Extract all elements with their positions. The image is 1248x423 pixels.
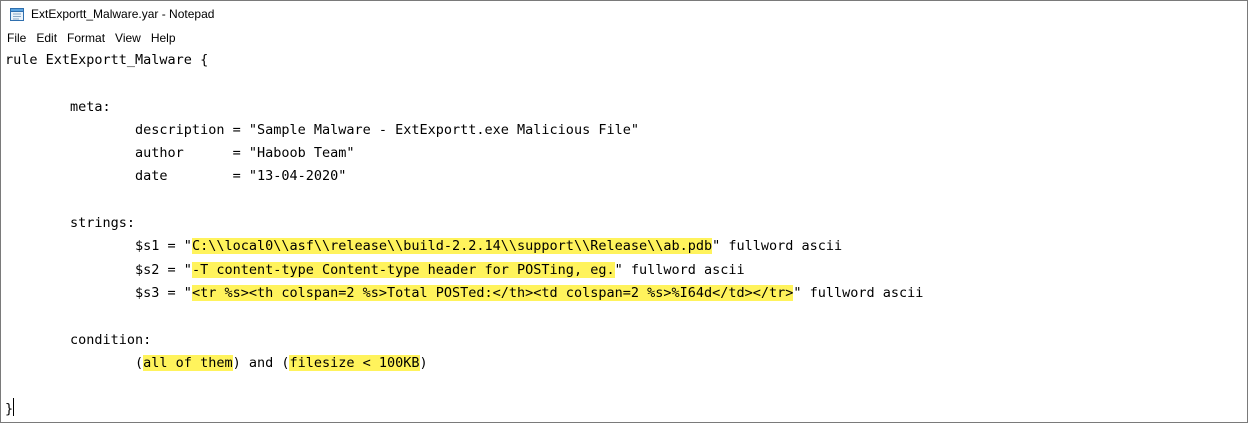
code-text: " fullword ascii [712, 238, 843, 255]
menu-bar: File Edit Format View Help [1, 27, 1247, 49]
code-text: ) [419, 354, 428, 371]
code-line: description = "Sample Malware - ExtExpor… [5, 122, 639, 138]
code-text: $s1 = " [5, 238, 192, 255]
menu-view[interactable]: View [110, 31, 146, 45]
highlighted-text: all of them [143, 354, 233, 371]
code-text: description = "Sample Malware - ExtExpor… [5, 121, 639, 138]
menu-help[interactable]: Help [146, 31, 181, 45]
code-text: rule ExtExportt_Malware { [5, 52, 209, 68]
code-line: meta: [5, 99, 111, 115]
code-line: author = "Haboob Team" [5, 145, 355, 162]
window-title: ExtExportt_Malware.yar - Notepad [31, 7, 215, 21]
code-line: $s2 = "-T content-type Content-type head… [5, 261, 745, 278]
menu-edit[interactable]: Edit [31, 31, 62, 45]
title-bar[interactable]: ExtExportt_Malware.yar - Notepad [1, 1, 1247, 27]
code-text: " fullword ascii [614, 261, 745, 278]
code-text: date = "13-04-2020" [5, 168, 347, 185]
menu-file[interactable]: File [1, 31, 31, 45]
code-line: strings: [5, 215, 135, 231]
notepad-icon [9, 6, 25, 22]
code-text: ) and ( [232, 354, 290, 371]
highlighted-text: -T content-type Content-type header for … [191, 261, 615, 278]
highlighted-text: <tr %s><th colspan=2 %s>Total POSTed:</t… [191, 284, 794, 301]
code-line: condition: [5, 332, 151, 348]
code-text: meta: [5, 98, 111, 115]
code-text: author = "Haboob Team" [5, 145, 355, 162]
code-line: $s1 = "C:\\local0\\asf\\release\\build-2… [5, 238, 843, 255]
text-editor-area[interactable]: rule ExtExportt_Malware { meta: descript… [1, 49, 1247, 422]
code-text: } [5, 401, 14, 418]
editor-text[interactable]: rule ExtExportt_Malware { meta: descript… [1, 49, 1247, 422]
highlighted-text: C:\\local0\\asf\\release\\build-2.2.14\\… [191, 238, 713, 255]
highlighted-text: filesize < 100KB [289, 354, 420, 371]
code-text: ( [5, 354, 144, 371]
code-text: strings: [5, 215, 136, 232]
notepad-window: ExtExportt_Malware.yar - Notepad File Ed… [0, 0, 1248, 423]
code-line: (all of them) and (filesize < 100KB) [5, 354, 428, 371]
code-text: " fullword ascii [793, 284, 924, 301]
code-text: condition: [5, 331, 152, 348]
code-text: $s3 = " [5, 284, 192, 301]
code-line: } [5, 398, 15, 418]
code-text: $s2 = " [5, 261, 192, 278]
code-line: date = "13-04-2020" [5, 168, 346, 184]
menu-format[interactable]: Format [62, 31, 110, 45]
code-line: rule ExtExportt_Malware { [5, 52, 208, 68]
code-line: $s3 = "<tr %s><th colspan=2 %s>Total POS… [5, 284, 924, 301]
text-caret [13, 398, 15, 417]
